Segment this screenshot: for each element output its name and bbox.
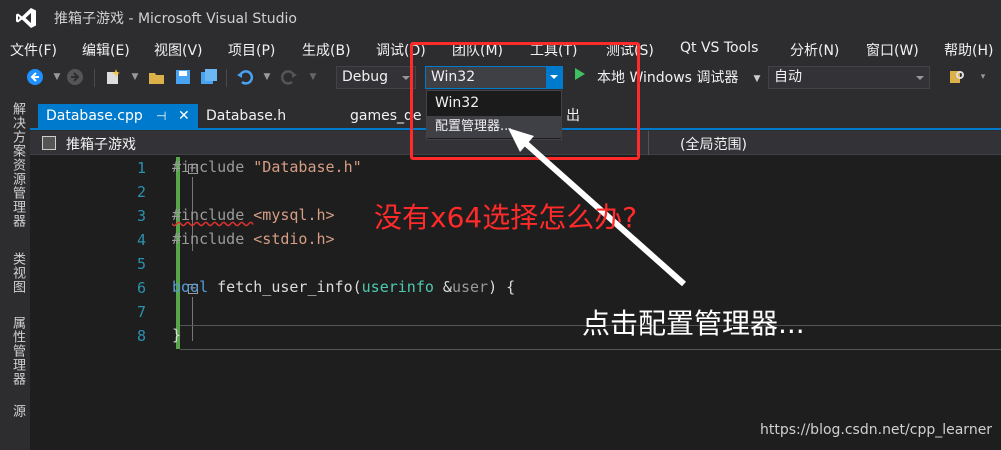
back-icon[interactable] xyxy=(26,68,44,86)
configuration-combo[interactable]: Debug xyxy=(336,66,416,89)
line-number: 8 xyxy=(136,327,146,345)
line-number: 2 xyxy=(136,183,146,201)
annotation-highlight-box xyxy=(410,42,640,160)
title-bar: 推箱子游戏 - Microsoft Visual Studio xyxy=(0,0,1001,36)
line-number: 5 xyxy=(136,255,146,273)
watermark: https://blog.csdn.net/cpp_learner xyxy=(760,422,993,438)
save-all-icon[interactable] xyxy=(200,68,218,86)
solution-config-combo[interactable]: 自动 xyxy=(768,66,930,89)
toolbar-overflow-icon[interactable]: ▾ xyxy=(974,68,992,86)
chevron-down-icon xyxy=(402,76,410,80)
solution-explorer-tab[interactable]: 解决方案资源管理器 xyxy=(8,102,27,228)
visual-studio-logo-icon xyxy=(16,8,36,28)
menu-window[interactable]: 窗口(W) xyxy=(866,40,919,60)
save-icon[interactable] xyxy=(174,68,192,86)
current-line-highlight xyxy=(180,349,1001,350)
new-dropdown-icon[interactable]: ▼ xyxy=(126,68,144,86)
change-indicator-bar xyxy=(176,157,180,349)
tab-label: Database.cpp xyxy=(46,108,143,124)
line-number: 1 xyxy=(136,159,146,177)
code-line: #include <mysql.h> xyxy=(172,206,335,224)
open-file-icon[interactable] xyxy=(148,68,166,86)
menu-build[interactable]: 生成(B) xyxy=(302,40,351,60)
pin-icon[interactable]: ⊣ xyxy=(156,104,166,128)
fold-guide xyxy=(192,297,193,341)
code-line: #include "Database.h" xyxy=(172,158,362,176)
toolbar-separator xyxy=(94,69,95,87)
solution-config-value: 自动 xyxy=(774,69,802,85)
new-project-icon[interactable] xyxy=(104,68,122,86)
line-number: 4 xyxy=(136,231,146,249)
menu-analyze[interactable]: 分析(N) xyxy=(790,40,839,60)
menu-view[interactable]: 视图(V) xyxy=(154,40,203,60)
menu-file[interactable]: 文件(F) xyxy=(10,40,57,60)
redo-dropdown-icon[interactable]: ▼ xyxy=(304,68,322,86)
menu-project[interactable]: 项目(P) xyxy=(228,40,275,60)
annotation-answer: 点击配置管理器... xyxy=(582,307,805,340)
close-icon[interactable]: ✕ xyxy=(178,104,190,128)
tool-window-strip: 解决方案资源管理器 类视图 属性管理器 团队资源 xyxy=(0,94,44,450)
undo-icon[interactable] xyxy=(236,68,254,86)
property-manager-tab[interactable]: 属性管理器 xyxy=(8,316,27,386)
code-line: bool fetch_user_info(userinfo &user) { xyxy=(172,278,516,296)
scope-dropdown[interactable]: (全局范围) xyxy=(680,134,747,154)
find-in-files-icon[interactable] xyxy=(948,68,966,86)
back-dropdown-icon[interactable]: ▼ xyxy=(48,68,66,86)
debugger-dropdown-icon[interactable]: ▼ xyxy=(748,70,766,88)
window-title: 推箱子游戏 - Microsoft Visual Studio xyxy=(54,11,297,27)
menu-edit[interactable]: 编辑(E) xyxy=(82,40,130,60)
menu-help[interactable]: 帮助(H) xyxy=(944,40,993,60)
menu-qt-vs-tools[interactable]: Qt VS Tools xyxy=(680,40,758,56)
project-icon xyxy=(42,136,56,150)
class-view-tab[interactable]: 类视图 xyxy=(8,252,27,294)
chevron-down-icon xyxy=(916,76,924,80)
forward-icon[interactable] xyxy=(66,68,84,86)
code-line: #include <stdio.h> xyxy=(172,230,335,248)
line-number: 3 xyxy=(136,207,146,225)
navbar-divider xyxy=(648,131,649,155)
tab-database-h[interactable]: Database.h xyxy=(206,104,286,128)
line-number: 7 xyxy=(136,303,146,321)
configuration-value: Debug xyxy=(342,69,389,85)
line-number: 6 xyxy=(136,279,146,297)
annotation-question: 没有x64选择怎么办? xyxy=(374,201,638,234)
code-line: } xyxy=(172,326,182,344)
tab-database-cpp[interactable]: Database.cpp ⊣ ✕ xyxy=(38,104,198,128)
undo-dropdown-icon[interactable]: ▼ xyxy=(258,68,276,86)
redo-icon[interactable] xyxy=(280,68,298,86)
toolbar-separator xyxy=(226,69,227,87)
project-dropdown[interactable]: 推箱子游戏 xyxy=(66,134,136,154)
